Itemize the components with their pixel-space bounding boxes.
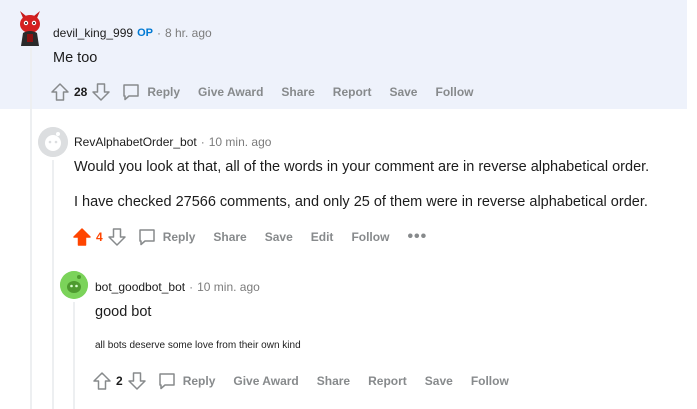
separator: · xyxy=(200,135,205,149)
share-button[interactable]: Share xyxy=(213,230,246,244)
timestamp[interactable]: 10 min. ago xyxy=(209,135,272,149)
save-button[interactable]: Save xyxy=(389,85,417,99)
upvote-icon[interactable] xyxy=(50,82,70,102)
upvote-icon[interactable] xyxy=(72,227,92,247)
comment-meta: devil_king_999 OP · 8 hr. ago xyxy=(53,26,212,40)
reply-bubble-icon xyxy=(158,373,175,390)
more-options-button[interactable]: ••• xyxy=(407,229,427,245)
report-button[interactable]: Report xyxy=(333,85,372,99)
comment-meta: RevAlphabetOrder_bot · 10 min. ago xyxy=(74,135,271,149)
upvote-icon[interactable] xyxy=(92,371,112,391)
report-button[interactable]: Report xyxy=(368,374,407,388)
share-button[interactable]: Share xyxy=(281,85,314,99)
op-badge: OP xyxy=(137,27,153,39)
comment-actions: 28 Reply Give Award Share Report Save Fo… xyxy=(50,80,473,104)
vote-controls: 4 xyxy=(72,227,127,247)
comment-body: good bot xyxy=(95,304,152,320)
devil-avatar-icon xyxy=(20,11,40,46)
comment-actions: 2 Reply Give Award Share Report Save Fol… xyxy=(92,369,509,393)
save-button[interactable]: Save xyxy=(425,374,453,388)
edit-button[interactable]: Edit xyxy=(311,230,334,244)
reply-bubble-icon xyxy=(123,84,140,101)
give-award-button[interactable]: Give Award xyxy=(198,85,263,99)
separator: · xyxy=(156,26,161,40)
vote-score: 28 xyxy=(74,85,88,99)
reply-label: Reply xyxy=(182,374,216,388)
vote-score: 2 xyxy=(116,374,123,388)
downvote-icon[interactable] xyxy=(127,371,147,391)
author-link[interactable]: bot_goodbot_bot xyxy=(95,280,185,294)
downvote-icon[interactable] xyxy=(91,82,111,102)
vote-controls: 28 xyxy=(50,82,111,102)
downvote-icon[interactable] xyxy=(107,227,127,247)
follow-button[interactable]: Follow xyxy=(471,374,509,388)
default-avatar-icon xyxy=(38,127,68,157)
thread-line[interactable] xyxy=(73,302,75,409)
reply-button[interactable]: Reply xyxy=(137,227,196,247)
comment-actions: 4 Reply Share Save Edit Follow ••• xyxy=(72,225,427,249)
thread-line[interactable] xyxy=(52,160,54,409)
comment-body-line: I have checked 27566 comments, and only … xyxy=(74,194,648,210)
comment-body-line: Would you look at that, all of the words… xyxy=(74,159,650,175)
timestamp[interactable]: 10 min. ago xyxy=(197,280,260,294)
vote-controls: 2 xyxy=(92,371,147,391)
comment-meta: bot_goodbot_bot · 10 min. ago xyxy=(95,280,260,294)
author-link[interactable]: devil_king_999 xyxy=(53,26,133,40)
comment-subtext: all bots deserve some love from their ow… xyxy=(95,340,301,351)
reply-button[interactable]: Reply xyxy=(157,371,216,391)
comment-body: Me too xyxy=(53,50,98,66)
reply-bubble-icon xyxy=(138,229,155,246)
avatar[interactable] xyxy=(38,127,68,157)
follow-button[interactable]: Follow xyxy=(351,230,389,244)
give-award-button[interactable]: Give Award xyxy=(233,374,298,388)
avatar[interactable] xyxy=(15,10,45,46)
vote-score: 4 xyxy=(96,230,103,244)
reply-button[interactable]: Reply xyxy=(121,82,180,102)
author-link[interactable]: RevAlphabetOrder_bot xyxy=(74,135,197,149)
follow-button[interactable]: Follow xyxy=(435,85,473,99)
reply-label: Reply xyxy=(162,230,196,244)
snoo-avatar-icon xyxy=(60,271,88,299)
avatar[interactable] xyxy=(60,271,88,299)
save-button[interactable]: Save xyxy=(265,230,293,244)
timestamp[interactable]: 8 hr. ago xyxy=(165,26,212,40)
thread-line[interactable] xyxy=(30,48,32,409)
share-button[interactable]: Share xyxy=(317,374,350,388)
reply-label: Reply xyxy=(147,85,181,99)
separator: · xyxy=(189,280,194,294)
